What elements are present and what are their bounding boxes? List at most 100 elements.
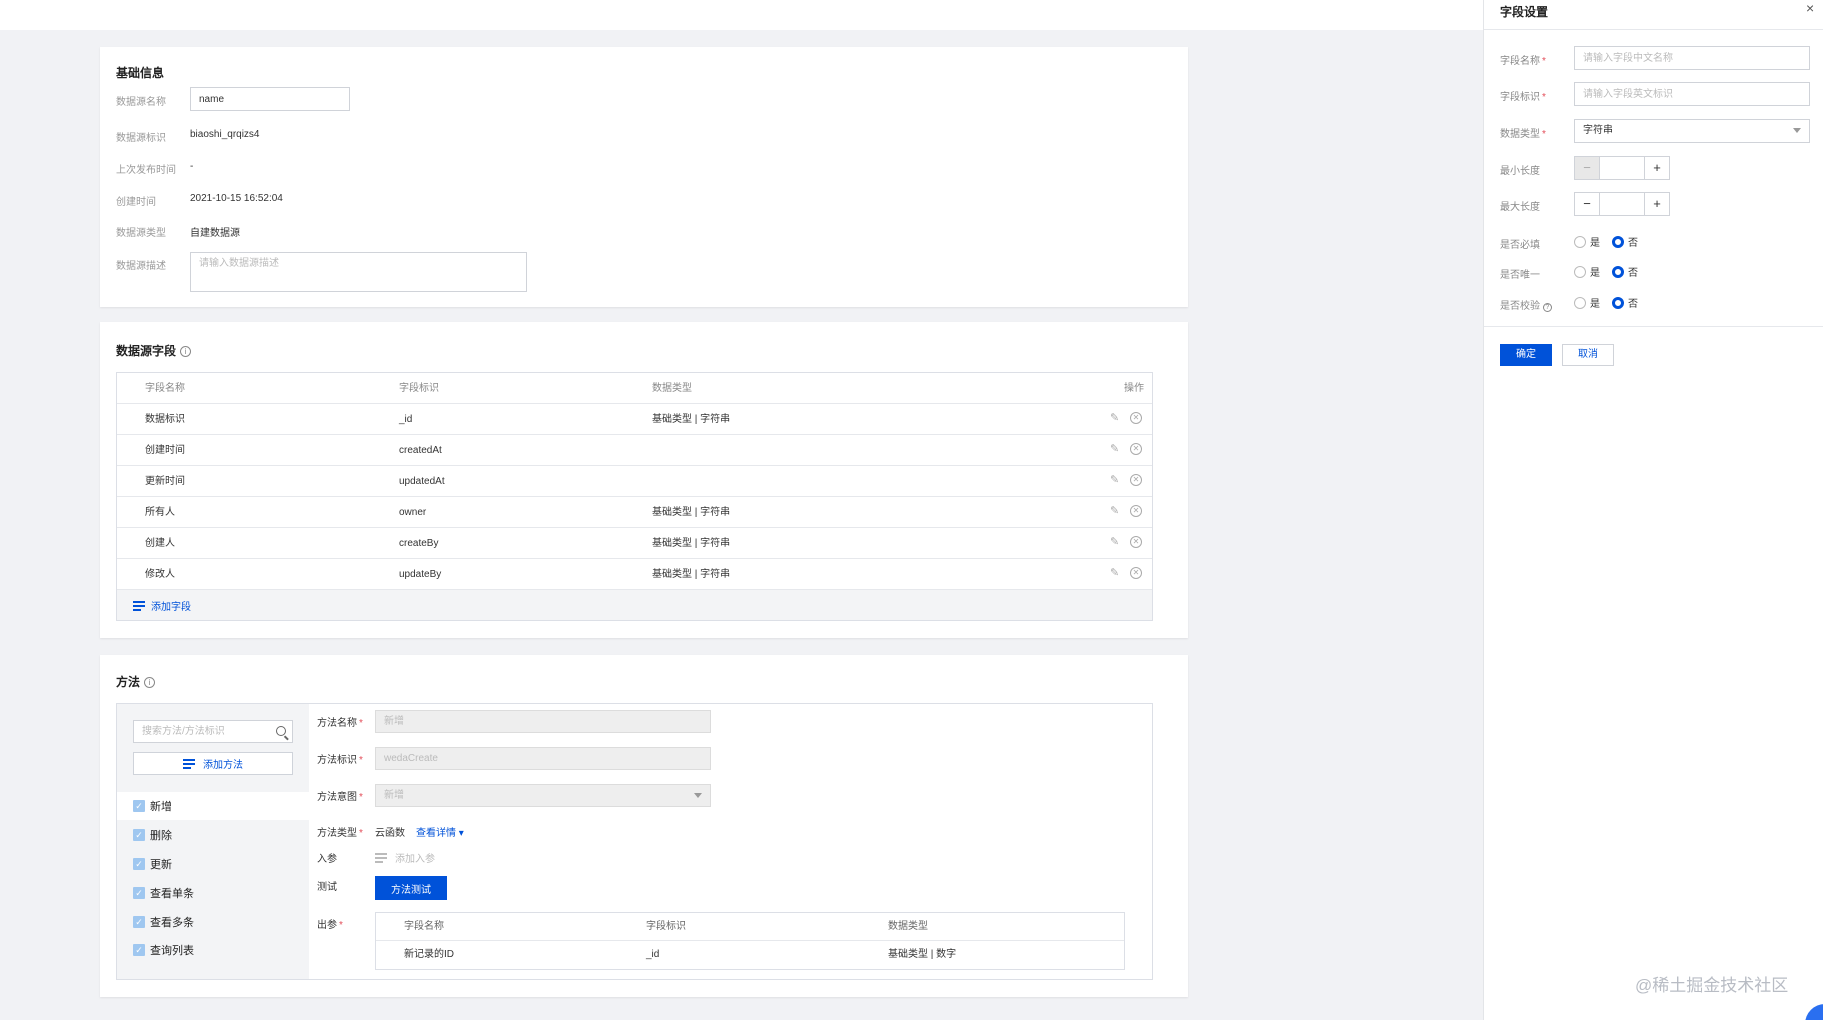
datasource-desc-input[interactable] — [190, 252, 527, 292]
row-data-type: 基础类型 | 数字 — [888, 949, 957, 960]
check-icon[interactable]: ✓ — [133, 887, 145, 899]
datasource-desc-label: 数据源描述 — [116, 261, 166, 272]
validate-radio-group: 是 否 — [1574, 295, 1638, 310]
min-length-value[interactable] — [1599, 157, 1645, 179]
row-field-key: _id — [646, 949, 660, 960]
methods-section-title: 方法 i — [116, 673, 156, 690]
field-name-label: 字段名称 * — [1500, 56, 1546, 67]
max-length-stepper: − + — [1574, 192, 1670, 216]
add-method-button[interactable]: 添加方法 — [133, 752, 293, 775]
add-list-icon — [133, 600, 145, 611]
field-name-input[interactable] — [1574, 46, 1810, 70]
edit-icon[interactable]: ✎ — [1110, 443, 1122, 455]
method-name-input[interactable]: 新增 — [375, 710, 711, 733]
field-key-input[interactable] — [1574, 82, 1810, 106]
radio-yes[interactable]: 是 — [1574, 295, 1600, 310]
add-input-param-button[interactable]: 添加入参 — [375, 850, 435, 865]
check-icon[interactable]: ✓ — [133, 829, 145, 841]
datasource-name-input[interactable] — [190, 87, 350, 111]
method-item-get-many[interactable]: ✓ 查看多条 — [117, 908, 309, 936]
created-time-value: 2021-10-15 16:52:04 — [190, 193, 283, 204]
required-radio-group: 是 否 — [1574, 234, 1638, 249]
edit-icon[interactable]: ✎ — [1110, 567, 1122, 579]
row-field-name: 修改人 — [145, 569, 175, 580]
table-row: 新记录的ID _id 基础类型 | 数字 — [376, 941, 1124, 969]
method-key-label: 方法标识 * — [317, 755, 363, 766]
check-icon[interactable]: ✓ — [133, 944, 145, 956]
check-icon[interactable]: ✓ — [133, 800, 145, 812]
info-icon[interactable]: i — [180, 346, 192, 358]
data-type-select[interactable]: 字符串 — [1574, 119, 1810, 143]
cancel-button[interactable]: 取消 — [1562, 344, 1614, 366]
minus-icon[interactable]: − — [1575, 157, 1599, 179]
edit-icon[interactable]: ✎ — [1110, 474, 1122, 486]
max-length-value[interactable] — [1599, 193, 1645, 215]
drawer-divider — [1484, 29, 1823, 30]
row-data-type: 基础类型 | 字符串 — [652, 538, 731, 549]
row-field-key: createBy — [399, 538, 439, 549]
method-item-list[interactable]: ✓ 查询列表 — [117, 936, 309, 964]
method-item-label: 删除 — [150, 830, 172, 842]
methods-sidebar: 添加方法 ✓ 新增 ✓ 删除 ✓ 更新 ✓ 查看单条 ✓ 查看多条 ✓ 查询列表 — [117, 704, 309, 979]
add-field-button[interactable]: 添加字段 — [133, 598, 191, 613]
method-item-label: 查询列表 — [150, 945, 194, 957]
method-item-update[interactable]: ✓ 更新 — [117, 850, 309, 878]
radio-yes[interactable]: 是 — [1574, 264, 1600, 279]
delete-icon[interactable]: ✕ — [1130, 567, 1142, 579]
check-icon[interactable]: ✓ — [133, 858, 145, 870]
close-icon[interactable]: × — [1806, 0, 1814, 16]
method-item-create[interactable]: ✓ 新增 — [117, 792, 309, 820]
method-name-label: 方法名称 * — [317, 718, 363, 729]
minus-icon[interactable]: − — [1575, 193, 1599, 215]
data-type-label: 数据类型 * — [1500, 129, 1546, 140]
delete-icon[interactable]: ✕ — [1130, 474, 1142, 486]
row-field-name: 数据标识 — [145, 414, 185, 425]
output-params-label: 出参 * — [317, 920, 343, 931]
last-publish-value: - — [190, 161, 194, 172]
output-params-table: 字段名称 字段标识 数据类型 新记录的ID _id 基础类型 | 数字 — [375, 912, 1125, 970]
col-field-key: 字段标识 — [399, 383, 439, 394]
radio-no[interactable]: 否 — [1612, 295, 1638, 310]
validate-label: 是否校验 ? — [1500, 297, 1552, 312]
confirm-button[interactable]: 确定 — [1500, 344, 1552, 366]
method-search-input[interactable] — [133, 720, 293, 743]
method-item-get-one[interactable]: ✓ 查看单条 — [117, 879, 309, 907]
check-icon[interactable]: ✓ — [133, 916, 145, 928]
col-field-name: 字段名称 — [145, 383, 185, 394]
method-scope-select[interactable]: 新增 — [375, 784, 711, 807]
delete-icon[interactable]: ✕ — [1130, 443, 1142, 455]
edit-icon[interactable]: ✎ — [1110, 505, 1122, 517]
method-test-button[interactable]: 方法测试 — [375, 876, 447, 900]
question-icon[interactable]: ? — [1542, 303, 1552, 312]
radio-no[interactable]: 否 — [1612, 264, 1638, 279]
radio-yes[interactable]: 是 — [1574, 234, 1600, 249]
delete-icon[interactable]: ✕ — [1130, 412, 1142, 424]
delete-icon[interactable]: ✕ — [1130, 505, 1142, 517]
row-field-name: 创建时间 — [145, 445, 185, 456]
fields-section-title-text: 数据源字段 — [116, 344, 177, 358]
method-item-label: 更新 — [150, 859, 172, 871]
method-item-label: 查看单条 — [150, 888, 194, 900]
radio-no[interactable]: 否 — [1612, 234, 1638, 249]
info-icon[interactable]: i — [144, 677, 156, 689]
datasource-type-value: 自建数据源 — [190, 228, 240, 239]
delete-icon[interactable]: ✕ — [1130, 536, 1142, 548]
required-label: 是否必填 — [1500, 240, 1540, 251]
method-type-value: 云函数 — [375, 828, 405, 839]
method-key-input[interactable]: wedaCreate — [375, 747, 711, 770]
row-field-name: 更新时间 — [145, 476, 185, 487]
unique-radio-group: 是 否 — [1574, 264, 1638, 279]
plus-icon[interactable]: + — [1645, 193, 1669, 215]
method-item-delete[interactable]: ✓ 删除 — [117, 821, 309, 849]
row-data-type: 基础类型 | 字符串 — [652, 569, 731, 580]
view-detail-link[interactable]: 查看详情 ▾ — [416, 824, 464, 839]
plus-icon[interactable]: + — [1645, 157, 1669, 179]
datasource-key-value: biaoshi_qrqizs4 — [190, 129, 260, 140]
radio-icon — [1574, 265, 1586, 278]
datasource-fields-panel: 数据源字段 i 字段名称 字段标识 数据类型 操作 数据标识 _id 基础类型 |… — [100, 322, 1188, 638]
row-field-name: 所有人 — [145, 507, 175, 518]
edit-icon[interactable]: ✎ — [1110, 536, 1122, 548]
edit-icon[interactable]: ✎ — [1110, 412, 1122, 424]
search-icon[interactable] — [276, 726, 286, 736]
chevron-down-icon — [694, 793, 702, 798]
